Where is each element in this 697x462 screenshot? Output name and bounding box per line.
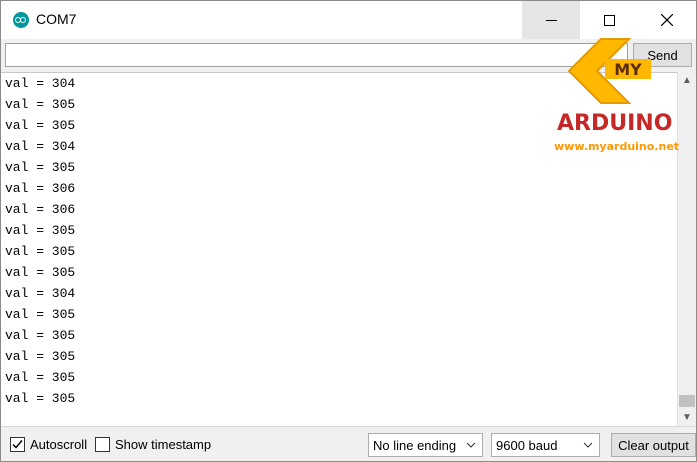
output-line: val = 306 [5,202,76,217]
arduino-icon [13,12,29,28]
window-title: COM7 [36,11,77,27]
clear-output-button[interactable]: Clear output [611,433,696,457]
output-line: val = 305 [5,391,76,406]
scroll-thumb[interactable] [679,395,695,407]
timestamp-label[interactable]: Show timestamp [115,437,211,452]
output-line: val = 305 [5,223,76,238]
output-line: val = 306 [5,181,76,196]
chevron-down-icon [466,442,476,448]
baud-rate-select[interactable]: 9600 baud [491,433,600,457]
output-line: val = 305 [5,265,76,280]
bottom-bar: Autoscroll Show timestamp No line ending… [1,426,696,461]
vertical-scrollbar[interactable]: ▲ ▼ [677,72,695,426]
output-line: val = 305 [5,349,76,364]
output-line: val = 305 [5,370,76,385]
output-line: val = 305 [5,160,76,175]
output-line: val = 305 [5,307,76,322]
logo-badge: MY [605,59,651,79]
output-line: val = 304 [5,286,76,301]
output-line: val = 305 [5,244,76,259]
minimize-icon [545,19,557,21]
autoscroll-checkbox[interactable] [10,437,25,452]
scroll-down-icon[interactable]: ▼ [678,409,696,426]
chevron-down-icon [583,442,593,448]
send-input[interactable] [5,43,628,67]
serial-monitor-window: COM7 Send val = 304 val = 305 val = 305 val… [0,0,697,462]
line-ending-select[interactable]: No line ending [368,433,483,457]
logo-url: www.myarduino.net [554,140,680,153]
logo-word: ARDUINO [557,111,673,136]
output-line: val = 305 [5,328,76,343]
myarduino-logo-icon [567,38,632,104]
scroll-up-icon[interactable]: ▲ [678,72,696,89]
timestamp-checkbox[interactable] [95,437,110,452]
line-ending-value: No line ending [373,437,457,453]
autoscroll-label[interactable]: Autoscroll [30,437,87,452]
checkmark-icon [12,440,23,449]
baud-rate-value: 9600 baud [496,437,558,453]
